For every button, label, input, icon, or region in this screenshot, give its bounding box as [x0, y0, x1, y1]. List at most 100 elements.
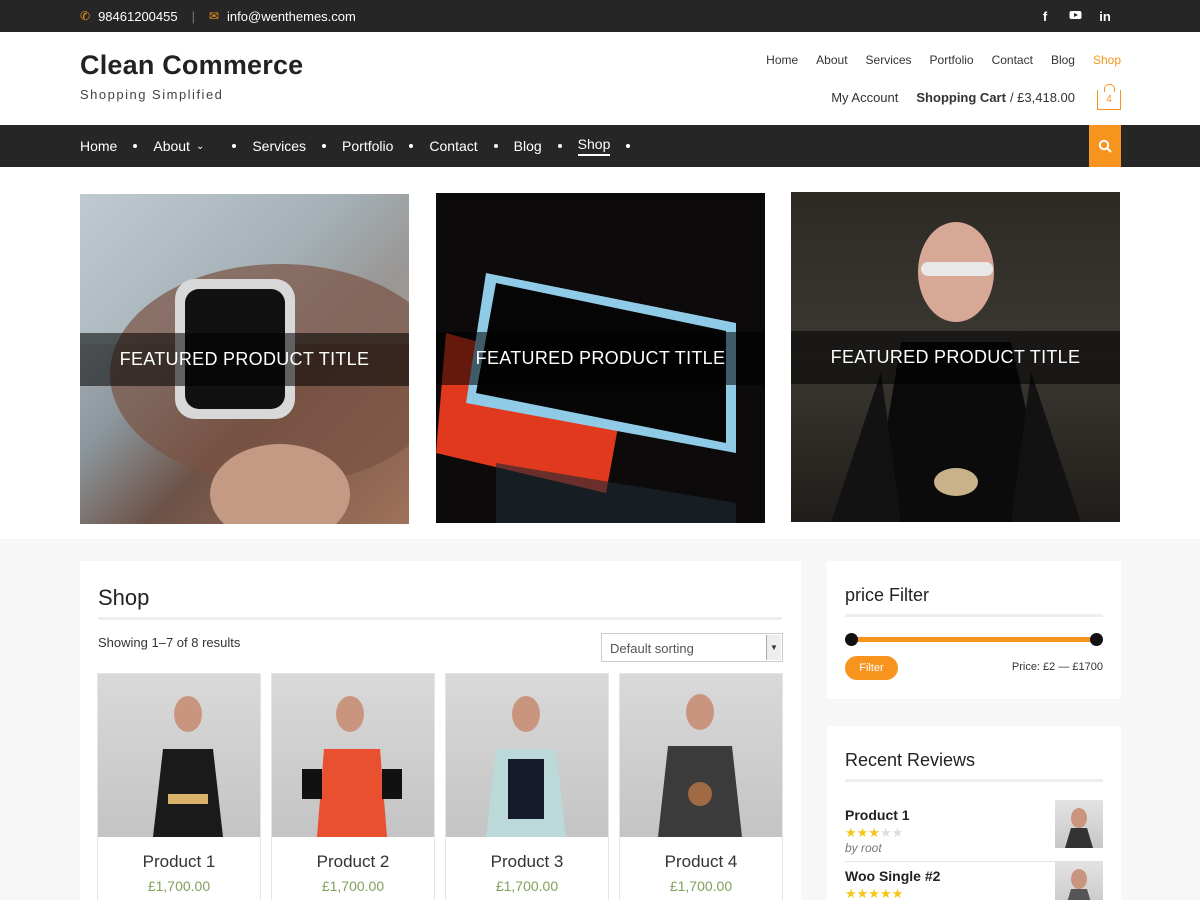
- divider: [98, 617, 782, 620]
- widget-title: price Filter: [845, 585, 930, 605]
- featured-product-card[interactable]: FEATURED PRODUCT TITLE: [791, 192, 1120, 522]
- featured-product-card[interactable]: FEATURED PRODUCT TITLE: [80, 194, 409, 524]
- product-image[interactable]: [446, 674, 608, 837]
- nav-label: Contact: [429, 138, 478, 154]
- phone-number[interactable]: 98461200455: [98, 9, 178, 24]
- widget-title: Recent Reviews: [845, 750, 976, 770]
- filter-button[interactable]: Filter: [845, 656, 898, 680]
- site-tagline: Shopping Simplified: [80, 87, 224, 102]
- review-thumbnail[interactable]: [1055, 861, 1103, 900]
- product-card[interactable]: Product 4 £1,700.00: [619, 673, 783, 900]
- product-price: £1,700.00: [147, 878, 211, 894]
- nav-item-blog[interactable]: Blog: [514, 125, 578, 167]
- search-button[interactable]: [1089, 125, 1121, 167]
- review-item[interactable]: Product 1 ★★★★★ by root: [845, 800, 1103, 863]
- main-navigation: Home About ⌄ Services Portfolio Contact B…: [0, 125, 1200, 167]
- product-card[interactable]: Product 1 £1,700.00: [97, 673, 261, 900]
- shopping-bag-icon[interactable]: 4: [1097, 84, 1121, 110]
- product-image[interactable]: [272, 674, 434, 837]
- phone-icon: ✆: [80, 9, 91, 23]
- price-slider-min-handle[interactable]: [845, 633, 858, 646]
- top-menu-contact[interactable]: Contact: [992, 53, 1033, 67]
- nav-label: Shop: [577, 136, 611, 156]
- product-image[interactable]: [98, 674, 260, 837]
- nav-separator: [409, 144, 414, 148]
- product-name[interactable]: Product 1: [98, 852, 260, 872]
- nav-separator: [626, 144, 631, 148]
- product-card[interactable]: Product 2 £1,700.00: [271, 673, 435, 900]
- top-menu-portfolio[interactable]: Portfolio: [930, 53, 974, 67]
- nav-label: Portfolio: [342, 138, 394, 154]
- featured-title: FEATURED PRODUCT TITLE: [80, 333, 409, 386]
- product-card[interactable]: Product 3 £1,700.00: [445, 673, 609, 900]
- top-menu-about[interactable]: About: [816, 53, 847, 67]
- featured-product-card[interactable]: FEATURED PRODUCT TITLE: [436, 193, 765, 523]
- nav-label: Services: [252, 138, 307, 154]
- site-header: Clean Commerce Shopping Simplified Home …: [0, 32, 1200, 125]
- nav-separator: [133, 144, 138, 148]
- result-count: Showing 1–7 of 8 results: [98, 635, 241, 650]
- shop-panel: Shop Showing 1–7 of 8 results Default so…: [80, 561, 801, 900]
- my-account-link[interactable]: My Account: [831, 90, 898, 105]
- recent-reviews-widget: Recent Reviews Product 1 ★★★★★ by root W…: [827, 726, 1121, 900]
- review-thumbnail[interactable]: [1055, 800, 1103, 848]
- product-name[interactable]: Product 3: [446, 852, 608, 872]
- top-menu-blog[interactable]: Blog: [1051, 53, 1075, 67]
- featured-title: FEATURED PRODUCT TITLE: [436, 332, 765, 385]
- product-image[interactable]: [620, 674, 782, 837]
- star-rating-icon: ★★★★★: [845, 825, 904, 840]
- price-slider-track[interactable]: [851, 637, 1097, 642]
- nav-label: Home: [80, 138, 118, 154]
- review-item[interactable]: Woo Single #2 ★★★★★: [845, 861, 1103, 900]
- nav-item-about[interactable]: About ⌄: [153, 125, 252, 167]
- price-range-label: Price: £2 — £1700: [1011, 661, 1103, 673]
- nav-separator: [322, 144, 327, 148]
- review-product-name[interactable]: Product 1: [845, 807, 910, 823]
- top-bar: ✆ 98461200455 | ✉ info@wenthemes.com f i…: [0, 0, 1200, 32]
- nav-item-home[interactable]: Home: [80, 125, 153, 167]
- nav-separator: [232, 144, 237, 148]
- envelope-icon: ✉: [208, 9, 220, 23]
- sorting-select[interactable]: Default sorting ▼: [601, 633, 783, 662]
- linkedin-icon[interactable]: in: [1098, 9, 1112, 24]
- nav-label: About: [153, 138, 190, 154]
- top-menu-shop[interactable]: Shop: [1093, 53, 1121, 67]
- cart-total: / £3,418.00: [1009, 89, 1075, 105]
- product-price: £1,700.00: [495, 878, 559, 894]
- shopping-cart-link[interactable]: Shopping Cart: [916, 90, 1006, 105]
- featured-title: FEATURED PRODUCT TITLE: [791, 331, 1120, 384]
- youtube-icon[interactable]: [1068, 8, 1082, 24]
- nav-item-services[interactable]: Services: [252, 125, 342, 167]
- site-title[interactable]: Clean Commerce: [80, 50, 303, 81]
- star-rating-icon: ★★★★★: [845, 886, 904, 900]
- sorting-value: Default sorting: [610, 641, 694, 656]
- chevron-down-icon: ⌄: [195, 140, 205, 152]
- top-menu-home[interactable]: Home: [766, 53, 798, 67]
- price-slider-max-handle[interactable]: [1090, 633, 1103, 646]
- cart-count-badge: 4: [1106, 94, 1112, 105]
- featured-section: FEATURED PRODUCT TITLE FEATURED PRODUCT …: [0, 167, 1200, 539]
- nav-label: Blog: [513, 138, 542, 154]
- divider: [845, 614, 1103, 617]
- social-links: f in: [1038, 0, 1112, 32]
- chevron-down-icon: ▼: [766, 635, 781, 660]
- nav-item-contact[interactable]: Contact: [429, 125, 513, 167]
- contact-info: ✆ 98461200455 | ✉ info@wenthemes.com: [80, 0, 356, 32]
- nav-item-shop[interactable]: Shop: [577, 125, 647, 167]
- top-menu: Home About Services Portfolio Contact Bl…: [766, 53, 1121, 67]
- divider: [845, 779, 1103, 782]
- page-title: Shop: [98, 585, 150, 610]
- nav-item-portfolio[interactable]: Portfolio: [342, 125, 429, 167]
- email-link[interactable]: info@wenthemes.com: [227, 9, 356, 24]
- nav-separator: [557, 144, 562, 148]
- review-product-name[interactable]: Woo Single #2: [845, 868, 940, 884]
- product-price: £1,700.00: [321, 878, 385, 894]
- product-name[interactable]: Product 2: [272, 852, 434, 872]
- search-icon: [1098, 139, 1112, 153]
- account-row: My Account Shopping Cart / £3,418.00 4: [831, 84, 1121, 110]
- top-menu-services[interactable]: Services: [866, 53, 912, 67]
- facebook-icon[interactable]: f: [1038, 9, 1052, 24]
- review-author: by root: [845, 841, 882, 855]
- product-price: £1,700.00: [669, 878, 733, 894]
- product-name[interactable]: Product 4: [620, 852, 782, 872]
